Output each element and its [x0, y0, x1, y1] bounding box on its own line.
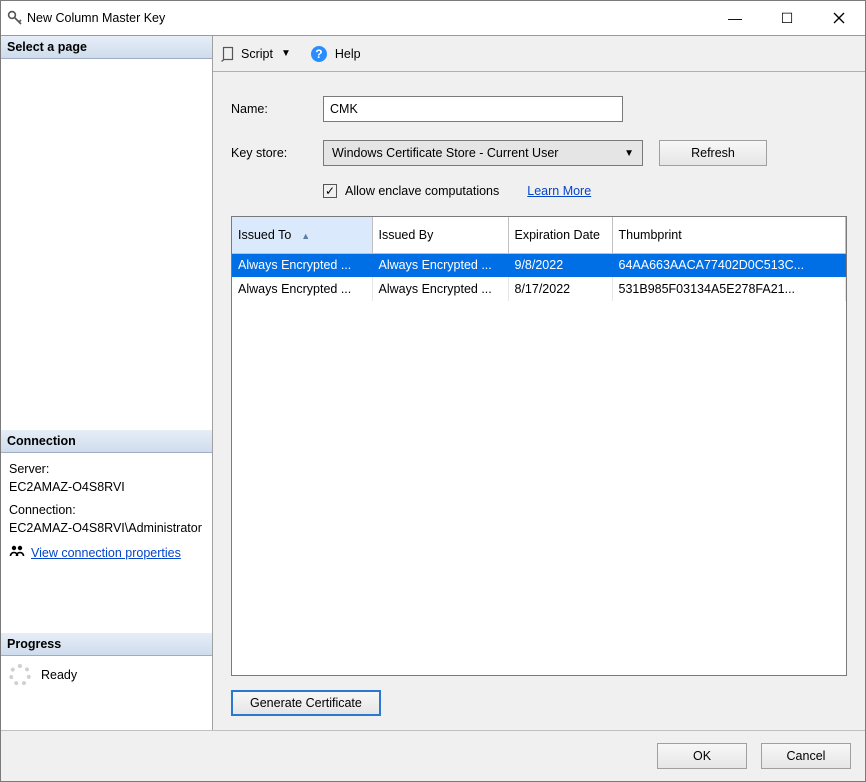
col-issued-to[interactable]: Issued To ▲: [232, 217, 372, 253]
cell-thumbprint: 531B985F03134A5E278FA21...: [612, 277, 846, 301]
learn-more-link[interactable]: Learn More: [527, 184, 591, 198]
minimize-icon: —: [728, 10, 742, 26]
cell-issued-by: Always Encrypted ...: [372, 277, 508, 301]
enclave-row: ✓ Allow enclave computations Learn More: [323, 184, 847, 198]
keystore-label: Key store:: [231, 146, 323, 160]
server-row: Server: EC2AMAZ-O4S8RVI: [9, 461, 204, 496]
view-connection-properties-link[interactable]: View connection properties: [31, 545, 181, 563]
server-value: EC2AMAZ-O4S8RVI: [9, 479, 204, 497]
footer: OK Cancel: [1, 731, 865, 781]
main-form: Name: Key store: Windows Certificate Sto…: [213, 72, 865, 730]
window-title: New Column Master Key: [27, 11, 165, 25]
people-icon: [9, 543, 25, 565]
refresh-button[interactable]: Refresh: [659, 140, 767, 166]
help-icon: ?: [311, 46, 327, 62]
close-button[interactable]: [813, 1, 865, 35]
cell-expiration: 9/8/2022: [508, 253, 612, 277]
maximize-icon: ☐: [781, 10, 794, 27]
generate-label: Generate Certificate: [250, 696, 362, 710]
name-input[interactable]: [323, 96, 623, 122]
col-thumbprint[interactable]: Thumbprint: [612, 217, 846, 253]
cancel-label: Cancel: [787, 749, 826, 763]
progress-row: Ready: [1, 656, 212, 694]
refresh-label: Refresh: [691, 146, 735, 160]
cell-thumbprint: 64AA663AACA77402D0C513C...: [612, 253, 846, 277]
progress-status: Ready: [41, 668, 77, 682]
cell-issued-to: Always Encrypted ...: [232, 253, 372, 277]
help-button[interactable]: Help: [335, 47, 361, 61]
connection-block: Server: EC2AMAZ-O4S8RVI Connection: EC2A…: [1, 453, 212, 573]
script-dropdown[interactable]: ▼: [281, 48, 291, 59]
cert-table-wrap: Issued To ▲ Issued By Expiration Date Thu…: [231, 216, 847, 676]
progress-header: Progress: [1, 633, 212, 656]
titlebar[interactable]: New Column Master Key — ☐: [1, 1, 865, 35]
name-row: Name:: [231, 96, 847, 122]
cell-issued-by: Always Encrypted ...: [372, 253, 508, 277]
script-button[interactable]: Script: [241, 47, 273, 61]
keystore-value: Windows Certificate Store - Current User: [332, 146, 558, 160]
left-pane: Select a page Connection Server: EC2AMAZ…: [1, 36, 213, 730]
cert-table: Issued To ▲ Issued By Expiration Date Thu…: [232, 217, 846, 301]
right-pane: Script ▼ ? Help Name: Key store: Windows…: [213, 36, 865, 730]
cell-expiration: 8/17/2022: [508, 277, 612, 301]
page-list: [1, 59, 212, 430]
conn-value: EC2AMAZ-O4S8RVI\Administrator: [9, 520, 204, 538]
maximize-button[interactable]: ☐: [761, 1, 813, 35]
ok-button[interactable]: OK: [657, 743, 747, 769]
toolbar: Script ▼ ? Help: [213, 36, 865, 72]
progress-spinner-icon: [9, 664, 31, 686]
chevron-down-icon: ▼: [624, 148, 634, 159]
ok-label: OK: [693, 749, 711, 763]
view-conn-row: View connection properties: [9, 543, 204, 565]
col-issued-to-label: Issued To: [238, 228, 291, 242]
cancel-button[interactable]: Cancel: [761, 743, 851, 769]
table-row[interactable]: Always Encrypted ... Always Encrypted ..…: [232, 253, 846, 277]
conn-row: Connection: EC2AMAZ-O4S8RVI\Administrato…: [9, 502, 204, 537]
name-label: Name:: [231, 102, 323, 116]
close-icon: [833, 12, 845, 24]
select-page-header: Select a page: [1, 36, 212, 59]
sort-asc-icon: ▲: [301, 231, 310, 241]
key-icon: [7, 10, 23, 26]
allow-enclave-checkbox[interactable]: ✓: [323, 184, 337, 198]
minimize-button[interactable]: —: [709, 1, 761, 35]
content: Select a page Connection Server: EC2AMAZ…: [1, 36, 865, 731]
col-issued-by[interactable]: Issued By: [372, 217, 508, 253]
keystore-row: Key store: Windows Certificate Store - C…: [231, 140, 847, 166]
col-expiration[interactable]: Expiration Date: [508, 217, 612, 253]
keystore-dropdown[interactable]: Windows Certificate Store - Current User…: [323, 140, 643, 166]
cell-issued-to: Always Encrypted ...: [232, 277, 372, 301]
connection-header: Connection: [1, 430, 212, 453]
script-icon: [221, 46, 237, 62]
conn-label: Connection:: [9, 502, 204, 520]
table-header-row: Issued To ▲ Issued By Expiration Date Thu…: [232, 217, 846, 253]
generate-row: Generate Certificate: [231, 676, 847, 716]
window-buttons: — ☐: [709, 1, 865, 35]
server-label: Server:: [9, 461, 204, 479]
window-root: New Column Master Key — ☐ Select a page …: [0, 0, 866, 782]
generate-certificate-button[interactable]: Generate Certificate: [231, 690, 381, 716]
table-row[interactable]: Always Encrypted ... Always Encrypted ..…: [232, 277, 846, 301]
allow-enclave-label: Allow enclave computations: [345, 184, 499, 198]
